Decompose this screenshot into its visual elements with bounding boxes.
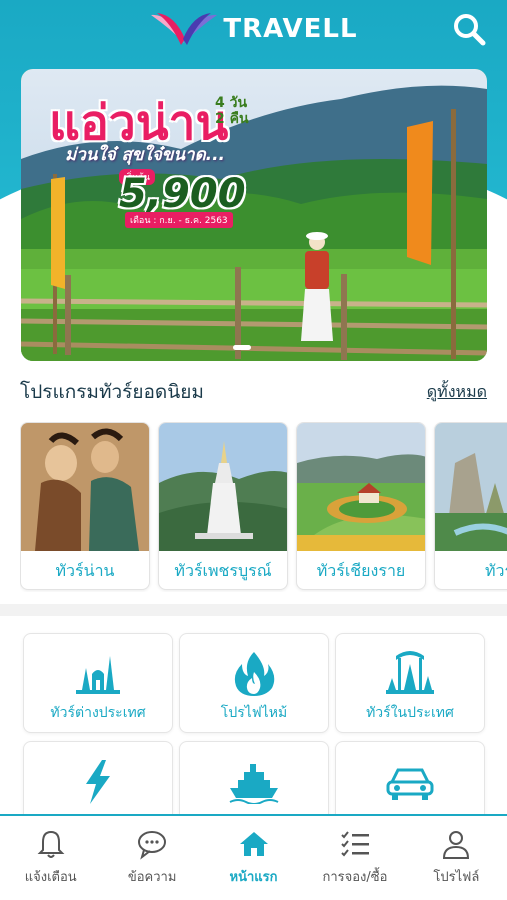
tour-card-phetchabun[interactable]: ทัวร์เพชรบูรณ์ xyxy=(158,422,288,590)
category-international-tours[interactable]: ทัวร์ต่างประเทศ xyxy=(23,633,173,733)
category-grid: ทัวร์ต่างประเทศ โปรไฟไหม้ ทัวร์ในประเทศ xyxy=(0,616,507,816)
nav-label: หน้าแรก xyxy=(229,870,278,885)
tour-image xyxy=(297,423,425,551)
promo-banner[interactable]: แอ่วน่าน 4 วัน 2 คืน ม่วนใจ๋ สุขใจ๋ขนาด.… xyxy=(21,69,487,361)
carousel-indicator[interactable] xyxy=(233,345,251,350)
checklist-icon xyxy=(341,831,369,857)
brand-name: TRAVELL xyxy=(223,14,358,44)
brand-logo[interactable]: TRAVELL xyxy=(149,9,357,49)
cruise-ship-icon xyxy=(229,764,279,804)
category-domestic-tours[interactable]: ทัวร์ในประเทศ xyxy=(335,633,485,733)
nav-bookings[interactable]: การจอง/ซื้อ xyxy=(304,816,405,900)
search-icon[interactable] xyxy=(451,11,487,47)
banner-duration: 4 วัน 2 คืน xyxy=(215,95,249,127)
home-icon xyxy=(239,832,268,856)
category-flash-deals[interactable] xyxy=(23,741,173,816)
tour-label: ทัวร์เชียงราย xyxy=(316,560,406,580)
nav-messages[interactable]: ข้อความ xyxy=(101,816,202,900)
tour-image xyxy=(159,423,287,551)
car-icon xyxy=(386,768,434,800)
category-fire-sale[interactable]: โปรไฟไหม้ xyxy=(179,633,329,733)
top-bar: TRAVELL xyxy=(0,0,507,58)
tour-card-chiangrai[interactable]: ทัวร์เชียงราย xyxy=(296,422,426,590)
bell-icon xyxy=(37,830,65,858)
popular-section-header: โปรแกรมทัวร์ยอดนิยม ดูทั้งหมด xyxy=(20,376,487,408)
fire-icon xyxy=(234,652,275,696)
bottom-navigation: แจ้งเตือน ข้อความ หน้าแรก การจอง/ซื้อ โป… xyxy=(0,814,507,900)
banner-price: 5,900 xyxy=(119,171,246,217)
user-icon xyxy=(443,831,470,859)
tour-image xyxy=(21,423,149,551)
tour-label: ทัวร์เพชรบูรณ์ xyxy=(174,560,272,580)
nav-label: โปรไฟล์ xyxy=(433,870,480,885)
tour-image xyxy=(435,423,507,551)
section-divider xyxy=(0,604,507,616)
thai-landmarks-icon xyxy=(386,651,434,694)
popular-tours-carousel[interactable]: ทัวร์น่าน ทัวร์เพชรบูรณ์ ทัวร์เชียงราย ท… xyxy=(20,422,507,592)
v-wings-logo-icon xyxy=(151,13,218,45)
nav-label: การจอง/ซื้อ xyxy=(322,870,388,885)
nav-notifications[interactable]: แจ้งเตือน xyxy=(0,816,101,900)
nav-home[interactable]: หน้าแรก xyxy=(203,816,304,900)
banner-period: เดือน : ก.ย. - ธ.ค. 2563 xyxy=(125,212,233,228)
category-label: ทัวร์ในประเทศ xyxy=(366,705,454,721)
tour-label: ทัวร์ xyxy=(484,560,507,580)
chat-icon xyxy=(138,831,167,860)
nav-label: ข้อความ xyxy=(127,870,177,885)
app-screen: TRAVELL แอ่วน่าน 4 วัน 2 คืน ม่วนใจ๋ สุข… xyxy=(0,0,507,900)
banner-days: 4 วัน xyxy=(215,95,248,111)
banner-subtitle: ม่วนใจ๋ สุขใจ๋ขนาด... xyxy=(65,145,226,165)
category-car-rental[interactable] xyxy=(335,741,485,816)
category-cruise[interactable] xyxy=(179,741,329,816)
nav-label: แจ้งเตือน xyxy=(24,870,77,885)
world-landmarks-icon xyxy=(76,656,120,694)
category-label: โปรไฟไหม้ xyxy=(220,705,288,721)
section-title: โปรแกรมทัวร์ยอดนิยม xyxy=(20,381,204,403)
tour-card-partial[interactable]: ทัวร์ xyxy=(434,422,507,590)
category-label: ทัวร์ต่างประเทศ xyxy=(50,705,146,721)
see-all-link[interactable]: ดูทั้งหมด xyxy=(427,380,487,405)
tour-label: ทัวร์น่าน xyxy=(55,560,115,580)
banner-nights: 2 คืน xyxy=(215,111,249,127)
nav-profile[interactable]: โปรไฟล์ xyxy=(406,816,507,900)
lightning-icon xyxy=(86,760,110,804)
tour-card-nan[interactable]: ทัวร์น่าน xyxy=(20,422,150,590)
